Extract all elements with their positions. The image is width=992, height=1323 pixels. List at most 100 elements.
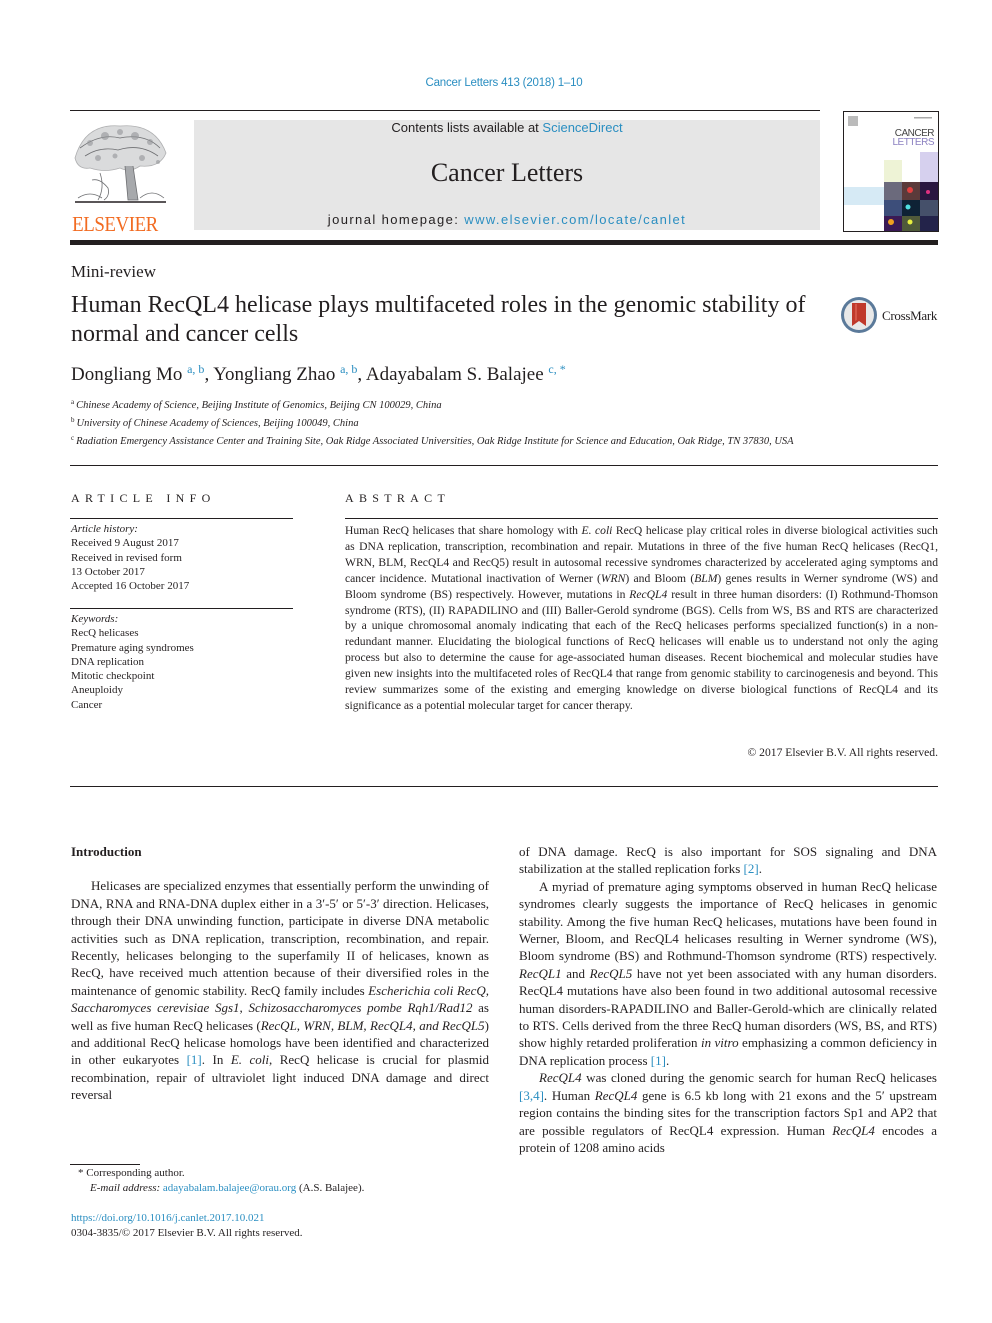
affiliation-item: b University of Chinese Academy of Scienc… (71, 413, 831, 431)
keyword-item: DNA replication (71, 655, 145, 668)
italic-run: E. coli (230, 1052, 269, 1068)
author-separator: , (357, 364, 366, 385)
italic-run: WRN (600, 571, 626, 585)
history-item: Accepted 16 October 2017 (71, 580, 190, 593)
doi-block: https://doi.org/10.1016/j.canlet.2017.10… (71, 1211, 303, 1241)
keyword-item: Aneuploidy (71, 684, 123, 697)
author-name[interactable]: Yongliang Zhao (213, 364, 335, 385)
abstract-copyright: © 2017 Elsevier B.V. All rights reserved… (747, 746, 938, 759)
abstract-text: Human RecQ helicases that share homology… (345, 523, 938, 714)
keywords-label: Keywords: (71, 613, 119, 625)
italic-run: in vitro (700, 1035, 739, 1051)
article-title: Human RecQL4 helicase plays multifaceted… (71, 292, 806, 347)
homepage-prefix: journal homepage: (327, 212, 465, 227)
italic-run: RecQL4 (629, 587, 668, 601)
affiliation-key: a (71, 398, 75, 406)
body-paragraph: RecQL4 was cloned during the genomic sea… (519, 1069, 937, 1156)
affiliation-item: a Chinese Academy of Science, Beijing Ins… (71, 395, 831, 413)
crossmark-label: CrossMark (882, 308, 938, 323)
body-column-right: of DNA damage. RecQ is also important fo… (519, 843, 937, 1156)
cover-image-icon: CANCER LETTERS (844, 116, 938, 231)
affiliation-key: c (71, 434, 75, 442)
journal-cover-thumbnail[interactable]: CANCER LETTERS (843, 111, 939, 232)
section-title-introduction: Introduction (71, 844, 142, 859)
article-history-label: Article history: (71, 523, 138, 535)
journal-title: Cancer Letters (430, 158, 584, 187)
email-link[interactable]: adayabalam.balajee@orau.org (163, 1182, 296, 1194)
italic-run: RecQL5 (589, 965, 633, 981)
italic-run: BLM (694, 571, 718, 585)
author-separator: , (204, 364, 214, 385)
text-run: A myriad of premature aging symptoms obs… (519, 878, 937, 964)
footnote-marker: * (78, 1167, 84, 1179)
history-item: Received 9 August 2017 (71, 537, 179, 550)
author-list: Dongliang Mo a, b, Yongliang Zhao a, b, … (71, 362, 566, 386)
contents-prefix: Contents lists available at (391, 120, 543, 135)
italic-run: RecQL4 (539, 1070, 582, 1086)
doi-link[interactable]: https://doi.org/10.1016/j.canlet.2017.10… (71, 1211, 303, 1226)
citation-link[interactable]: [3,4] (519, 1088, 544, 1103)
keyword-item: Premature aging syndromes (71, 641, 194, 654)
affiliation-text: University of Chinese Academy of Science… (76, 418, 359, 429)
author-name[interactable]: Adayabalam S. Balajee (366, 364, 544, 385)
text-run: was cloned during the genomic search for… (581, 1070, 937, 1086)
italic-run: RecQL, WRN, BLM, RecQL4, and RecQL5 (260, 1017, 485, 1033)
citation-link[interactable]: [1] (651, 1053, 666, 1068)
keywords: Keywords: RecQ helicases Premature aging… (71, 612, 194, 712)
header-rule (70, 110, 820, 111)
article-history: Article history: Received 9 August 2017 … (71, 522, 189, 593)
italic-run: E. coli (581, 524, 613, 537)
corresponding-label: Corresponding author. (86, 1167, 185, 1179)
body-paragraph: of DNA damage. RecQ is also important fo… (519, 843, 937, 878)
text-run: of DNA damage. RecQ is also important fo… (519, 844, 937, 877)
keywords-rule (70, 608, 293, 609)
citation-link[interactable]: [1] (187, 1052, 202, 1067)
sciencedirect-link[interactable]: ScienceDirect (542, 120, 622, 135)
title-divider (70, 465, 938, 466)
text-run: . (665, 1052, 670, 1068)
text-run: . In (201, 1052, 231, 1068)
article-type: Mini-review (71, 262, 156, 281)
abstract-heading: ABSTRACT (345, 491, 451, 505)
article-info-rule (70, 518, 293, 519)
body-paragraph: Helicases are specialized enzymes that e… (71, 877, 489, 1103)
affiliations: a Chinese Academy of Science, Beijing Ins… (71, 395, 831, 449)
affiliation-item: c Radiation Emergency Assistance Center a… (71, 431, 831, 449)
journal-homepage-link[interactable]: www.elsevier.com/locate/canlet (464, 212, 686, 227)
author-affiliation-link[interactable]: a, b (340, 362, 357, 376)
italic-run: RecQL4 (832, 1122, 875, 1138)
contents-line: Contents lists available at ScienceDirec… (194, 120, 820, 135)
corresponding-author-footnote: * Corresponding author. E-mail address: … (78, 1166, 364, 1196)
text-run: result in three human disorders: (I) Rot… (345, 587, 938, 712)
author-name[interactable]: Dongliang Mo (71, 364, 182, 385)
article-info-heading: ARTICLE INFO (71, 491, 216, 505)
email-label: E-mail address: (90, 1182, 161, 1194)
email-owner: (A.S. Balajee). (298, 1182, 365, 1194)
body-column-left: Introduction Helicases are specialized e… (71, 843, 489, 1104)
text-run: Helicases are specialized enzymes that e… (71, 878, 489, 998)
crossmark-badge[interactable]: CrossMark (840, 296, 940, 336)
keyword-item: Cancer (71, 698, 103, 711)
text-run: . (758, 861, 762, 877)
keyword-item: Mitotic checkpoint (71, 670, 155, 683)
crossmark-icon (841, 297, 877, 333)
author-affiliation-link[interactable]: c, * (548, 362, 565, 376)
author-affiliation-link[interactable]: a, b (187, 362, 204, 376)
text-run: . Human (543, 1087, 595, 1103)
citation-link[interactable]: [2] (744, 861, 759, 876)
body-paragraph: A myriad of premature aging symptoms obs… (519, 878, 937, 1069)
history-item: 13 October 2017 (71, 565, 145, 578)
affiliation-key: b (71, 416, 75, 424)
header-thick-rule (70, 240, 938, 245)
journal-reference[interactable]: Cancer Letters 413 (2018) 1–10 (0, 77, 992, 89)
history-item: Received in revised form (71, 551, 182, 564)
italic-run: RecQL1 (519, 965, 562, 981)
keyword-item: RecQ helicases (71, 627, 139, 640)
journal-masthead: Contents lists available at ScienceDirec… (194, 120, 820, 230)
affiliation-text: Radiation Emergency Assistance Center an… (76, 436, 794, 447)
homepage-line: journal homepage: www.elsevier.com/locat… (194, 212, 820, 227)
text-run: Human RecQ helicases that share homology… (345, 524, 582, 537)
elsevier-logo[interactable]: ELSEVIER (70, 118, 170, 236)
text-run: ) and Bloom ( (625, 571, 695, 585)
footnote-rule (70, 1164, 140, 1165)
